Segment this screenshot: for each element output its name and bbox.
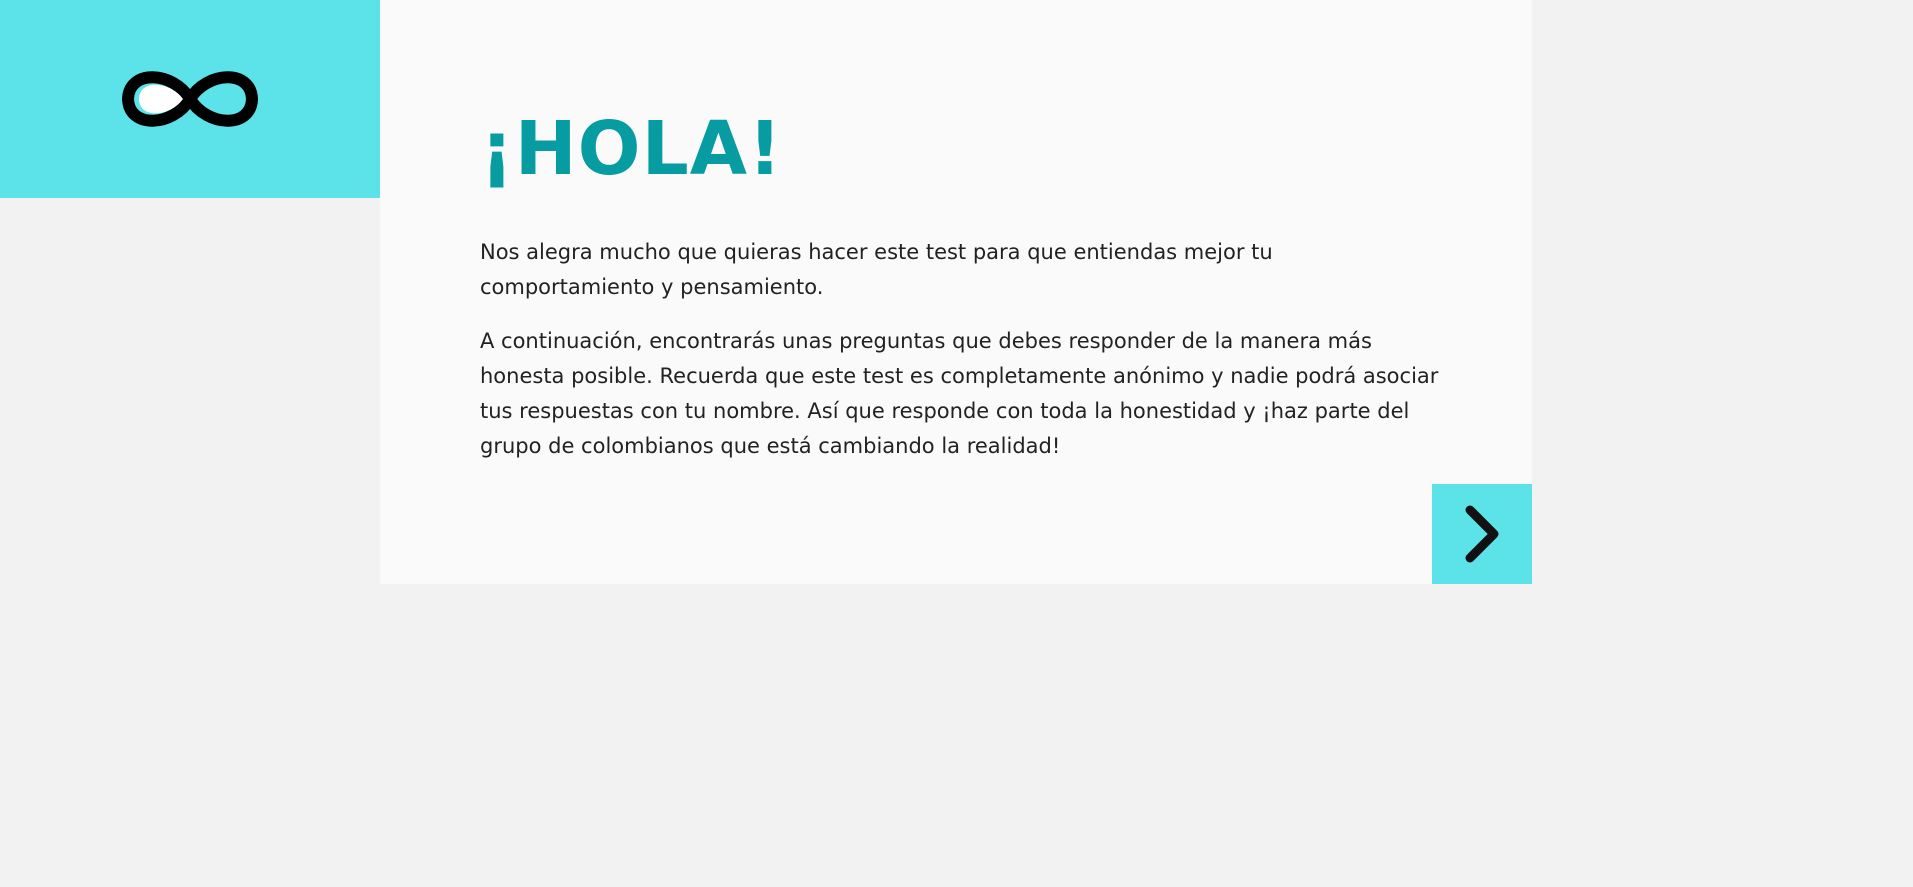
logo-block [0, 0, 380, 198]
chevron-right-icon [1460, 502, 1504, 566]
welcome-card: ¡HOLA! Nos alegra mucho que quieras hace… [380, 0, 1532, 584]
next-button[interactable] [1432, 484, 1532, 584]
infinity-icon [115, 63, 265, 135]
intro-text: Nos alegra mucho que quieras hacer este … [480, 235, 1440, 483]
intro-paragraph: Nos alegra mucho que quieras hacer este … [480, 240, 1273, 299]
page-title: ¡HOLA! [480, 106, 783, 192]
instructions-paragraph: A continuación, encontrarás unas pregunt… [480, 329, 1439, 458]
